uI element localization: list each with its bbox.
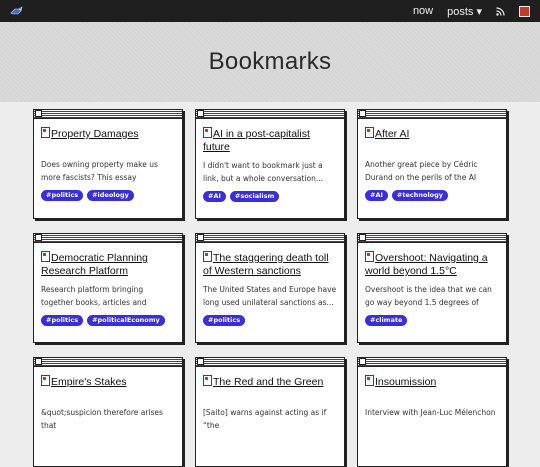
bookmark-title-link[interactable]: The Red and the Green	[203, 375, 337, 401]
tag-badge[interactable]: #socialism	[229, 191, 280, 202]
bookmark-title-text: Empire's Stakes	[51, 376, 127, 388]
tag-badge[interactable]: #AI	[365, 190, 388, 201]
bookmark-title-text: The Red and the Green	[213, 376, 324, 388]
bookmark-grid: Property Damages Does owning property mak…	[33, 109, 507, 467]
document-icon	[203, 127, 212, 138]
tag-badge[interactable]: #technology	[391, 190, 449, 201]
tag-list: #AI #technology	[365, 190, 499, 201]
bookmark-title-text: The staggering death toll of Western san…	[203, 252, 329, 277]
window-box-icon	[35, 358, 42, 365]
bookmark-title-link[interactable]: Insoumission	[365, 375, 499, 401]
tag-badge[interactable]: #politics	[203, 315, 246, 326]
nav-posts-dropdown[interactable]: posts ▾	[447, 5, 482, 18]
bookmark-title-text: Democratic Planning Research Platform	[41, 252, 148, 277]
card-titlebar	[196, 234, 344, 243]
bookmark-excerpt: I didn't want to bookmark just a link, b…	[203, 161, 324, 183]
document-icon	[41, 375, 50, 386]
tag-list: #climate	[365, 315, 499, 326]
tag-badge[interactable]: #politics	[41, 315, 84, 326]
card-titlebar	[358, 234, 506, 243]
tag-badge[interactable]: #ideology	[87, 190, 134, 201]
main-nav: now posts ▾	[413, 5, 530, 18]
bookmark-excerpt: The United States and Europe have long u…	[203, 285, 337, 307]
bookmark-card[interactable]: AI in a post-capitalist future I didn't w…	[195, 109, 345, 219]
bookmark-card[interactable]: Empire's Stakes &quot;suspicion therefore…	[33, 357, 183, 467]
document-icon	[365, 251, 374, 262]
card-titlebar	[196, 110, 344, 119]
bookmark-title-text: After AI	[375, 128, 410, 140]
bookmark-title-text: AI in a post-capitalist future	[203, 128, 310, 153]
nav-now-link[interactable]: now	[413, 5, 433, 17]
bookmark-card[interactable]: Democratic Planning Research Platform Res…	[33, 233, 183, 343]
bookmark-title-text: Property Damages	[51, 128, 139, 140]
bookmark-excerpt: Does owning property make us more fascis…	[41, 160, 158, 182]
card-body: Democratic Planning Research Platform Res…	[34, 243, 182, 326]
bookmark-title-link[interactable]: Empire's Stakes	[41, 375, 175, 401]
card-body: AI in a post-capitalist future I didn't w…	[196, 119, 344, 202]
card-titlebar	[34, 358, 182, 367]
bookmark-title-link[interactable]: AI in a post-capitalist future	[203, 127, 337, 154]
tag-badge[interactable]: #climate	[365, 315, 408, 326]
bookmark-excerpt: Overshoot is the idea that we can go way…	[365, 285, 492, 307]
bookmark-title-link[interactable]: The staggering death toll of Western san…	[203, 251, 337, 278]
window-box-icon	[359, 358, 366, 365]
tag-badge[interactable]: #politicalEconomy	[87, 315, 165, 326]
bookmark-title-text: Overshoot: Navigating a world beyond 1.5…	[365, 252, 488, 277]
window-box-icon	[359, 110, 366, 117]
tag-list: #AI #socialism	[203, 191, 337, 202]
card-body: The Red and the Green [Saito] warns again…	[196, 367, 344, 432]
bookmark-card[interactable]: Property Damages Does owning property mak…	[33, 109, 183, 219]
rss-icon[interactable]	[496, 6, 505, 16]
window-box-icon	[197, 234, 204, 241]
tag-badge[interactable]: #AI	[203, 191, 226, 202]
bookmark-card[interactable]: After AI Another great piece by Cédric Du…	[357, 109, 507, 219]
card-body: Property Damages Does owning property mak…	[34, 119, 182, 201]
bookmark-title-link[interactable]: After AI	[365, 127, 499, 153]
window-box-icon	[197, 110, 204, 117]
top-navbar: now posts ▾	[0, 0, 540, 22]
card-titlebar	[34, 234, 182, 243]
window-box-icon	[197, 358, 204, 365]
bird-logo-icon[interactable]	[10, 6, 24, 16]
window-box-icon	[359, 234, 366, 241]
bookmark-title-link[interactable]: Property Damages	[41, 127, 175, 153]
tag-badge[interactable]: #politics	[41, 190, 84, 201]
tag-list: #politics #ideology	[41, 190, 175, 201]
card-body: Empire's Stakes &quot;suspicion therefore…	[34, 367, 182, 432]
document-icon	[365, 127, 374, 138]
document-icon	[203, 251, 212, 262]
page-hero: Bookmarks	[0, 22, 540, 102]
bookmark-card[interactable]: The Red and the Green [Saito] warns again…	[195, 357, 345, 467]
bookmark-excerpt: Another great piece by Cédric Durand on …	[365, 160, 478, 182]
window-box-icon	[35, 234, 42, 241]
tag-list: #politics	[203, 315, 337, 326]
document-icon	[41, 127, 50, 138]
card-body: After AI Another great piece by Cédric Du…	[358, 119, 506, 201]
window-box-icon	[35, 110, 42, 117]
document-icon	[365, 375, 374, 386]
card-titlebar	[196, 358, 344, 367]
card-titlebar	[358, 358, 506, 367]
card-body: The staggering death toll of Western san…	[196, 243, 344, 326]
document-icon	[203, 375, 212, 386]
bookmark-excerpt: [Saito] warns against acting as if “the	[203, 408, 327, 430]
page-title: Bookmarks	[208, 48, 332, 75]
bookmark-card[interactable]: Insoumission Interview with Jean-Luc Méle…	[357, 357, 507, 467]
card-body: Overshoot: Navigating a world beyond 1.5…	[358, 243, 506, 326]
card-titlebar	[358, 110, 506, 119]
bookmark-title-link[interactable]: Democratic Planning Research Platform	[41, 251, 175, 278]
card-body: Insoumission Interview with Jean-Luc Méle…	[358, 367, 506, 432]
bookmark-excerpt: Interview with Jean-Luc Mélenchon	[365, 408, 496, 417]
bookmark-excerpt: Research platform bringing together book…	[41, 285, 147, 307]
bookmark-title-text: Insoumission	[375, 376, 437, 388]
card-titlebar	[34, 110, 182, 119]
bookmark-card[interactable]: The staggering death toll of Western san…	[195, 233, 345, 343]
bookmark-card[interactable]: Overshoot: Navigating a world beyond 1.5…	[357, 233, 507, 343]
red-square-icon[interactable]	[519, 5, 530, 17]
bookmark-title-link[interactable]: Overshoot: Navigating a world beyond 1.5…	[365, 251, 499, 278]
tag-list: #politics #politicalEconomy	[41, 315, 175, 326]
bookmark-excerpt: &quot;suspicion therefore arises that	[41, 408, 163, 430]
document-icon	[41, 251, 50, 262]
